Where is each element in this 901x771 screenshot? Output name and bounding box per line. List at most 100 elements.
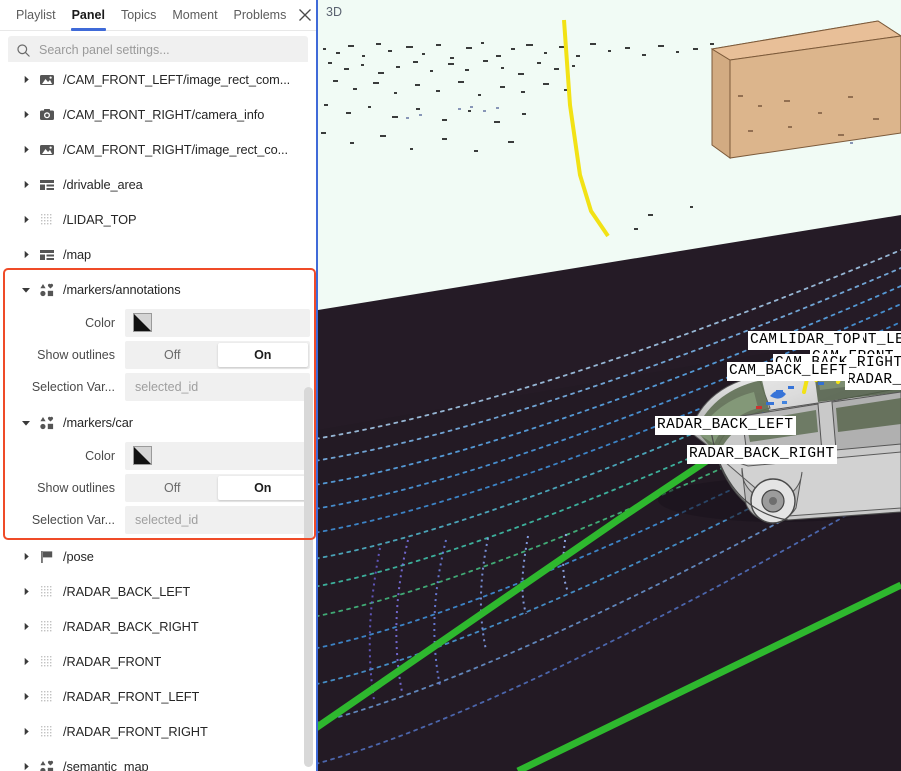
search-bar[interactable]: [8, 36, 308, 64]
chevron-right-icon[interactable]: [20, 726, 32, 738]
tab-label: Panel: [71, 8, 105, 22]
tab-topics[interactable]: Topics: [113, 0, 164, 31]
pointcloud-icon: [38, 618, 55, 635]
selection-var-input[interactable]: [135, 512, 300, 527]
markers-icon: [38, 281, 55, 298]
chevron-right-icon[interactable]: [20, 621, 32, 633]
show-outlines-toggle[interactable]: Off On: [125, 473, 310, 502]
markers-icon: [38, 414, 55, 431]
color-swatch[interactable]: [133, 446, 152, 465]
color-label: Color: [85, 448, 115, 463]
selection-var-field[interactable]: [125, 505, 310, 534]
setting-row-selection-var-car: Selection Var...: [0, 504, 316, 535]
tab-label: Problems: [233, 8, 287, 22]
chevron-right-icon[interactable]: [20, 249, 32, 261]
topic-row-radar-back-left[interactable]: /RADAR_BACK_LEFT: [0, 574, 316, 609]
marker-label-cam: CAM: [748, 331, 780, 350]
color-field[interactable]: [125, 441, 310, 470]
topic-row-cam-front-right-image[interactable]: /CAM_FRONT_RIGHT/image_rect_co...: [0, 132, 316, 167]
setting-row-selection-var-annotations: Selection Var...: [0, 371, 316, 402]
chevron-right-icon[interactable]: [20, 551, 32, 563]
chevron-down-icon[interactable]: [20, 284, 32, 296]
color-label: Color: [85, 315, 115, 330]
toggle-option-off[interactable]: Off: [127, 476, 218, 500]
topic-row-pose[interactable]: /pose: [0, 539, 316, 574]
topic-row-lidar-top[interactable]: /LIDAR_TOP: [0, 202, 316, 237]
topic-label: /markers/car: [63, 415, 133, 430]
marker-label-radar-back-right: RADAR_BACK_RIGHT: [687, 445, 837, 464]
topic-label: /semantic_map: [63, 759, 149, 771]
topic-label: /markers/annotations: [63, 282, 181, 297]
tab-problems[interactable]: Problems: [226, 0, 295, 31]
sidebar-scrollbar-thumb[interactable]: [304, 387, 313, 767]
chevron-right-icon[interactable]: [20, 74, 32, 86]
chevron-right-icon[interactable]: [20, 109, 32, 121]
selection-var-field[interactable]: [125, 372, 310, 401]
topic-label: /RADAR_FRONT_RIGHT: [63, 724, 208, 739]
toggle-option-on[interactable]: On: [217, 342, 308, 367]
topic-label: /RADAR_BACK_RIGHT: [63, 619, 199, 634]
topic-row-radar-front-right[interactable]: /RADAR_FRONT_RIGHT: [0, 714, 316, 749]
chevron-right-icon[interactable]: [20, 179, 32, 191]
topic-row-drivable-area[interactable]: /drivable_area: [0, 167, 316, 202]
topic-row-cam-front-left-image[interactable]: /CAM_FRONT_LEFT/image_rect_com...: [0, 62, 316, 97]
grid-layout-icon: [38, 246, 55, 263]
topic-label: /drivable_area: [63, 177, 143, 192]
chevron-right-icon[interactable]: [20, 214, 32, 226]
tab-playlist[interactable]: Playlist: [8, 0, 64, 31]
pointcloud-icon: [38, 723, 55, 740]
topic-row-semantic-map[interactable]: /semantic_map: [0, 749, 316, 771]
3d-viewport[interactable]: 3D CAM LIDAR_TOP CAM_FRONT_LEFT CAM_FRON…: [318, 0, 901, 771]
tab-panel[interactable]: Panel: [64, 0, 113, 31]
topic-label: /CAM_FRONT_RIGHT/image_rect_co...: [63, 142, 288, 157]
toggle-option-on[interactable]: On: [217, 475, 308, 500]
setting-row-show-outlines-car: Show outlines Off On: [0, 472, 316, 503]
chevron-right-icon[interactable]: [20, 656, 32, 668]
topic-row-radar-front[interactable]: /RADAR_FRONT: [0, 644, 316, 679]
search-icon: [16, 43, 31, 58]
show-outlines-label: Show outlines: [37, 480, 115, 495]
camera-icon: [38, 106, 55, 123]
setting-row-color-annotations: Color: [0, 307, 316, 338]
toggle-option-off[interactable]: Off: [127, 343, 218, 367]
show-outlines-toggle[interactable]: Off On: [125, 340, 310, 369]
selection-var-label: Selection Var...: [31, 512, 115, 527]
tab-moment[interactable]: Moment: [164, 0, 225, 31]
pointcloud-icon: [38, 688, 55, 705]
chevron-right-icon[interactable]: [20, 691, 32, 703]
show-outlines-label: Show outlines: [37, 347, 115, 362]
panel-settings-sidebar: Playlist Panel Topics Moment Problems /C…: [0, 0, 318, 771]
search-input[interactable]: [39, 43, 300, 57]
topic-row-markers-annotations[interactable]: /markers/annotations: [0, 272, 316, 307]
viewport-title: 3D: [326, 5, 342, 19]
tab-label: Moment: [172, 8, 218, 22]
marker-label-radar-front: RADAR_FRONT: [845, 371, 901, 390]
topic-row-radar-back-right[interactable]: /RADAR_BACK_RIGHT: [0, 609, 316, 644]
topic-label: /CAM_FRONT_RIGHT/camera_info: [63, 107, 265, 122]
color-swatch[interactable]: [133, 313, 152, 332]
topic-row-cam-front-right-camera-info[interactable]: /CAM_FRONT_RIGHT/camera_info: [0, 97, 316, 132]
topic-label: /map: [63, 247, 92, 262]
close-icon[interactable]: [294, 0, 316, 30]
topic-label: /RADAR_FRONT: [63, 654, 162, 669]
image-icon: [38, 71, 55, 88]
topic-row-map[interactable]: /map: [0, 237, 316, 272]
topic-label: /CAM_FRONT_LEFT/image_rect_com...: [63, 72, 291, 87]
chevron-down-icon[interactable]: [20, 417, 32, 429]
selection-var-input[interactable]: [135, 379, 300, 394]
chevron-right-icon[interactable]: [20, 144, 32, 156]
pointcloud-icon: [38, 583, 55, 600]
chevron-right-icon[interactable]: [20, 761, 32, 771]
marker-label-lidar-top: LIDAR_TOP: [777, 331, 863, 350]
topic-row-radar-front-left[interactable]: /RADAR_FRONT_LEFT: [0, 679, 316, 714]
leviathan-app-window: Playlist Panel Topics Moment Problems /C…: [0, 0, 901, 771]
3d-scene: [318, 0, 901, 771]
topic-row-markers-car[interactable]: /markers/car: [0, 405, 316, 440]
color-field[interactable]: [125, 308, 310, 337]
topic-label: /pose: [63, 549, 94, 564]
setting-row-color-car: Color: [0, 440, 316, 471]
topic-label: /RADAR_FRONT_LEFT: [63, 689, 200, 704]
topic-tree: /CAM_FRONT_LEFT/image_rect_com... /CAM_F…: [0, 62, 316, 771]
chevron-right-icon[interactable]: [20, 586, 32, 598]
sidebar-scrollbar-track[interactable]: [303, 62, 314, 771]
